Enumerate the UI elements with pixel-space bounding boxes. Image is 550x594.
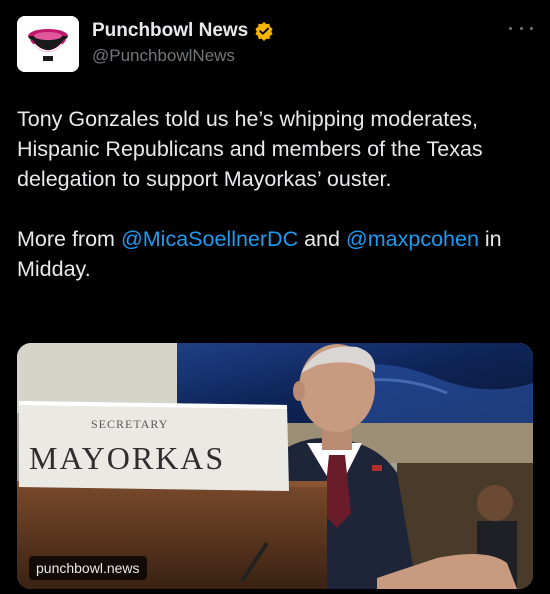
ellipsis-icon[interactable] [509,22,533,34]
verified-badge-icon[interactable] [254,21,274,41]
tweet-header: Punchbowl News @PunchbowlNews [17,16,533,74]
text-prefix: More from [17,227,121,251]
display-name[interactable]: Punchbowl News [92,20,248,42]
tweet-card[interactable]: Punchbowl News @PunchbowlNews Tony Gonza… [0,0,550,594]
punchbowl-logo-icon [17,16,79,72]
name-row: Punchbowl News [92,20,274,42]
mention-link-max[interactable]: @maxpcohen [346,227,479,251]
mention-link-mica[interactable]: @MicaSoellnerDC [121,227,298,251]
tweet-paragraph-2: More from @MicaSoellnerDC and @maxpcohen… [17,224,537,284]
tweet-paragraph-1: Tony Gonzales told us he’s whipping mode… [17,107,483,191]
link-card-image[interactable]: SECRETARY MAYORKAS punchbowl.news [17,343,533,589]
placard-name: MAYORKAS [29,440,226,476]
avatar[interactable] [17,16,79,72]
placard-title: SECRETARY [91,417,169,431]
link-domain-label[interactable]: punchbowl.news [29,556,147,580]
account-handle[interactable]: @PunchbowlNews [92,46,235,66]
tweet-text: Tony Gonzales told us he’s whipping mode… [17,104,537,284]
text-mid: and [298,227,346,251]
